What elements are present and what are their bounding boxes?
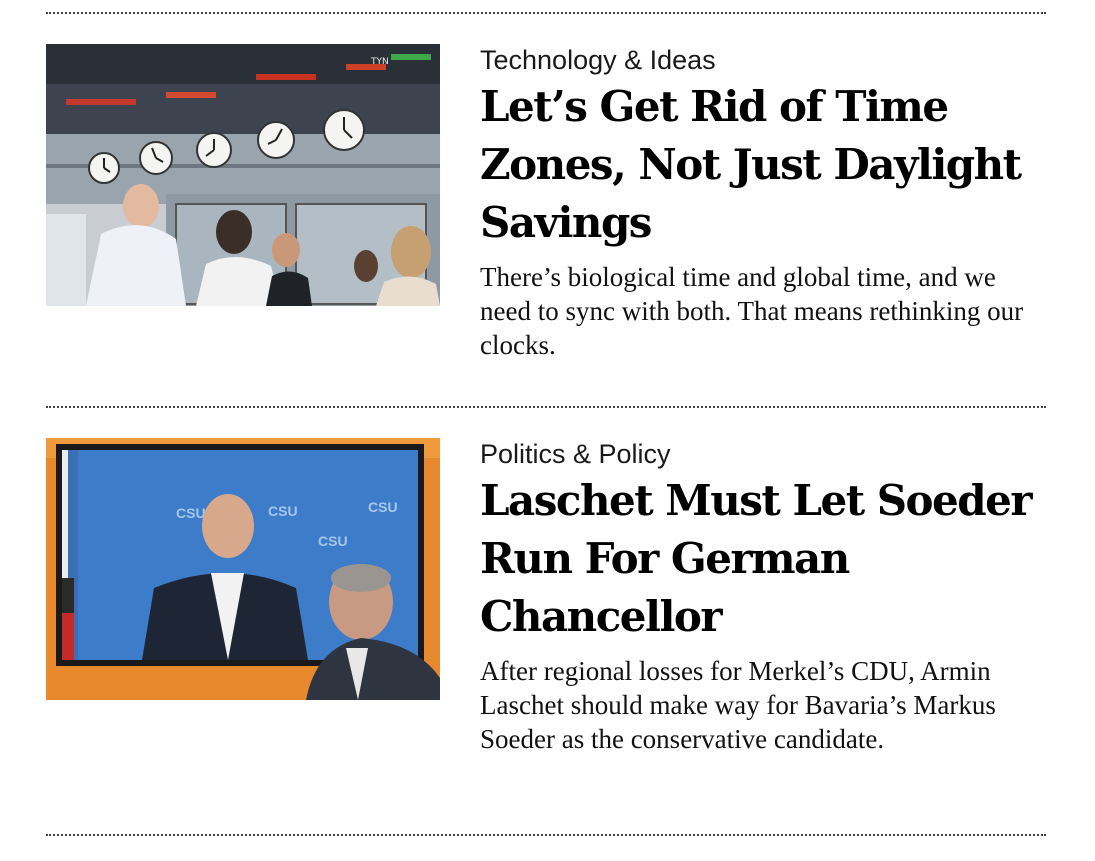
article-thumbnail[interactable]: CSU CSU CSU CSU: [46, 438, 440, 700]
article-headline[interactable]: Let’s Get Rid of Time Zones, Not Just Da…: [480, 78, 1046, 252]
svg-text:CSU: CSU: [176, 505, 206, 521]
trading-floor-photo: TYN: [46, 44, 440, 306]
bottom-divider: [46, 834, 1046, 836]
svg-text:CSU: CSU: [318, 533, 348, 549]
article-category[interactable]: Politics & Policy: [480, 438, 1046, 470]
svg-text:TYN: TYN: [370, 57, 389, 67]
article-category[interactable]: Technology & Ideas: [480, 44, 1046, 76]
article-divider: [46, 406, 1046, 408]
article-summary: After regional losses for Merkel’s CDU, …: [480, 656, 996, 754]
article-summary: There’s biological time and global time,…: [480, 262, 1024, 360]
article-text: Politics & Policy Laschet Must Let Soede…: [480, 438, 1046, 756]
svg-text:CSU: CSU: [368, 499, 398, 515]
article-headline[interactable]: Laschet Must Let Soeder Run For German C…: [480, 472, 1046, 646]
article-card[interactable]: TYN Technology & Ideas Let’s Get Rid of …: [46, 44, 1046, 374]
article-thumbnail[interactable]: TYN: [46, 44, 440, 306]
top-divider: [46, 12, 1046, 14]
article-text: Technology & Ideas Let’s Get Rid of Time…: [480, 44, 1046, 362]
svg-text:CSU: CSU: [268, 503, 298, 519]
article-card[interactable]: CSU CSU CSU CSU Politics & Policy Lasche…: [46, 438, 1046, 798]
press-conference-photo: CSU CSU CSU CSU: [46, 438, 440, 700]
